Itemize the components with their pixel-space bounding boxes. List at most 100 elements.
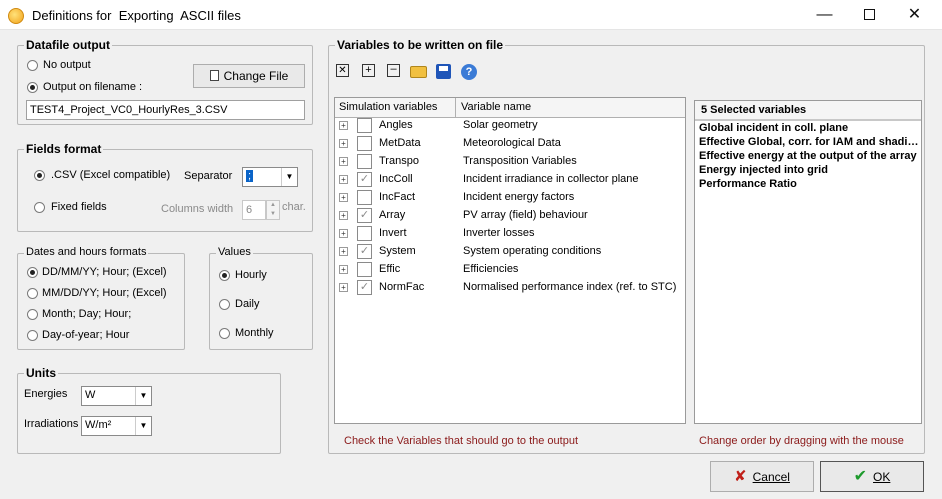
expand-icon[interactable]: + [339, 193, 348, 202]
col-header-name[interactable]: Variable name [461, 98, 531, 117]
variable-code: Invert [379, 227, 407, 239]
date-format-label-3: Month; Day; Hour; [42, 308, 132, 320]
energies-select[interactable]: W ▼ [81, 386, 152, 406]
hourly-radio[interactable] [219, 270, 230, 281]
hint-check-variables: Check the Variables that should go to th… [344, 435, 579, 447]
energies-value: W [85, 389, 96, 401]
values-legend: Values [216, 246, 253, 258]
variable-checkbox[interactable] [357, 118, 372, 133]
columns-width-label: Columns width [161, 203, 234, 215]
daily-radio[interactable] [219, 299, 230, 310]
variable-row[interactable]: + Angles Solar geometry [335, 117, 683, 135]
selected-variable-item[interactable]: Effective energy at the output of the ar… [699, 150, 921, 162]
variable-row[interactable]: + MetData Meteorological Data [335, 135, 683, 153]
irradiations-select[interactable]: W/m² ▼ [81, 416, 152, 436]
date-format-radio-4[interactable] [27, 330, 38, 341]
close-button[interactable]: ✕ [892, 0, 937, 30]
selected-header: 5 Selected variables [695, 101, 921, 121]
date-format-radio-3[interactable] [27, 309, 38, 320]
dates-formats-legend: Dates and hours formats [24, 246, 149, 258]
variable-row[interactable]: + Effic Efficiencies [335, 261, 683, 279]
selected-variable-item[interactable]: Effective Global, corr. for IAM and shad… [699, 136, 921, 148]
variable-desc: PV array (field) behaviour [463, 209, 588, 221]
date-format-radio-1[interactable] [27, 267, 38, 278]
save-icon[interactable] [436, 64, 451, 79]
separator-value: ; [246, 170, 254, 182]
minimize-button[interactable]: — [802, 0, 847, 30]
columns-width-spinner[interactable]: ▲ ▼ [266, 200, 280, 220]
ok-button[interactable]: ✔ OK [820, 461, 924, 492]
selected-header-label: 5 Selected variables [701, 104, 807, 116]
energies-label: Energies [24, 388, 68, 400]
variable-desc: Solar geometry [463, 119, 538, 131]
expand-icon[interactable]: + [339, 283, 348, 292]
variable-row[interactable]: + ✓ NormFac Normalised performance index (r… [335, 279, 683, 297]
variable-code: Effic [379, 263, 401, 275]
selected-variable-item[interactable]: Energy injected into grid [699, 164, 921, 176]
monthly-radio[interactable] [219, 328, 230, 339]
variable-code: IncColl [379, 173, 413, 185]
chevron-down-icon: ▼ [281, 168, 297, 186]
expand-icon[interactable]: + [339, 157, 348, 166]
expand-icon[interactable]: + [339, 247, 348, 256]
selected-variable-item[interactable]: Global incident in coll. plane [699, 122, 921, 134]
variable-desc: Normalised performance index (ref. to ST… [463, 281, 677, 293]
variable-checkbox[interactable] [357, 226, 372, 241]
col-header-divider [455, 98, 456, 118]
selected-variable-item[interactable]: Performance Ratio [699, 178, 921, 190]
change-file-button[interactable]: Change File [193, 64, 305, 88]
no-output-radio[interactable] [27, 60, 38, 71]
check-icon: ✔ [853, 468, 868, 485]
units-group: Units Energies W ▼ Irradiations W/m² ▼ [17, 366, 281, 454]
variable-row[interactable]: + ✓ IncColl Incident irradiance in collecto… [335, 171, 683, 189]
variable-desc: Inverter losses [463, 227, 535, 239]
chevron-down-icon: ▼ [135, 417, 151, 435]
variable-checkbox[interactable]: ✓ [357, 244, 372, 259]
filename-input[interactable]: TEST4_Project_VC0_HourlyRes_3.CSV [26, 100, 305, 120]
variable-checkbox[interactable]: ✓ [357, 172, 372, 187]
fields-format-legend: Fields format [24, 142, 104, 156]
output-filename-radio[interactable] [27, 82, 38, 93]
window-title: Definitions for Exporting ASCII files [32, 8, 241, 23]
variable-code: IncFact [379, 191, 416, 203]
variable-row[interactable]: + Transpo Transposition Variables [335, 153, 683, 171]
variable-checkbox[interactable] [357, 262, 372, 277]
variable-checkbox[interactable] [357, 154, 372, 169]
open-folder-icon[interactable] [410, 66, 427, 78]
expand-icon[interactable]: + [339, 265, 348, 274]
expand-all-icon[interactable]: + [362, 64, 375, 77]
variable-checkbox[interactable] [357, 136, 372, 151]
dates-formats-group: Dates and hours formats DD/MM/YY; Hour; … [17, 246, 185, 350]
help-icon[interactable]: ? [461, 64, 477, 80]
columns-width-input[interactable]: 6 [242, 200, 266, 220]
maximize-icon [864, 9, 875, 21]
expand-icon[interactable]: + [339, 229, 348, 238]
expand-icon[interactable]: + [339, 211, 348, 220]
variable-row[interactable]: + ✓ System System operating conditions [335, 243, 683, 261]
date-format-label-4: Day-of-year; Hour [42, 329, 130, 341]
variable-row[interactable]: + ✓ Array PV array (field) behaviour [335, 207, 683, 225]
expand-icon[interactable]: + [339, 121, 348, 130]
variable-desc: Meteorological Data [463, 137, 561, 149]
simulation-variables-list[interactable]: Simulation variables Variable name + Angl… [334, 97, 686, 424]
app-icon [8, 8, 24, 24]
clear-icon[interactable]: ✕ [336, 64, 349, 77]
csv-radio[interactable] [34, 170, 45, 181]
variable-row[interactable]: + IncFact Incident energy factors [335, 189, 683, 207]
variable-checkbox[interactable]: ✓ [357, 280, 372, 295]
cancel-button[interactable]: ✘ Cancel [710, 461, 814, 492]
list-header: Simulation variables Variable name [335, 98, 685, 118]
expand-icon[interactable]: + [339, 139, 348, 148]
expand-icon[interactable]: + [339, 175, 348, 184]
maximize-button[interactable] [847, 0, 892, 30]
date-format-radio-2[interactable] [27, 288, 38, 299]
separator-select[interactable]: ; ▼ [242, 167, 298, 187]
selected-variables-list[interactable]: 5 Selected variables Global incident in … [694, 100, 922, 424]
variable-row[interactable]: + Invert Inverter losses [335, 225, 683, 243]
variable-checkbox[interactable] [357, 190, 372, 205]
col-header-simulation[interactable]: Simulation variables [339, 98, 437, 117]
fixed-fields-radio[interactable] [34, 202, 45, 213]
variable-desc: System operating conditions [463, 245, 602, 257]
collapse-icon[interactable]: – [387, 64, 400, 77]
variable-checkbox[interactable]: ✓ [357, 208, 372, 223]
